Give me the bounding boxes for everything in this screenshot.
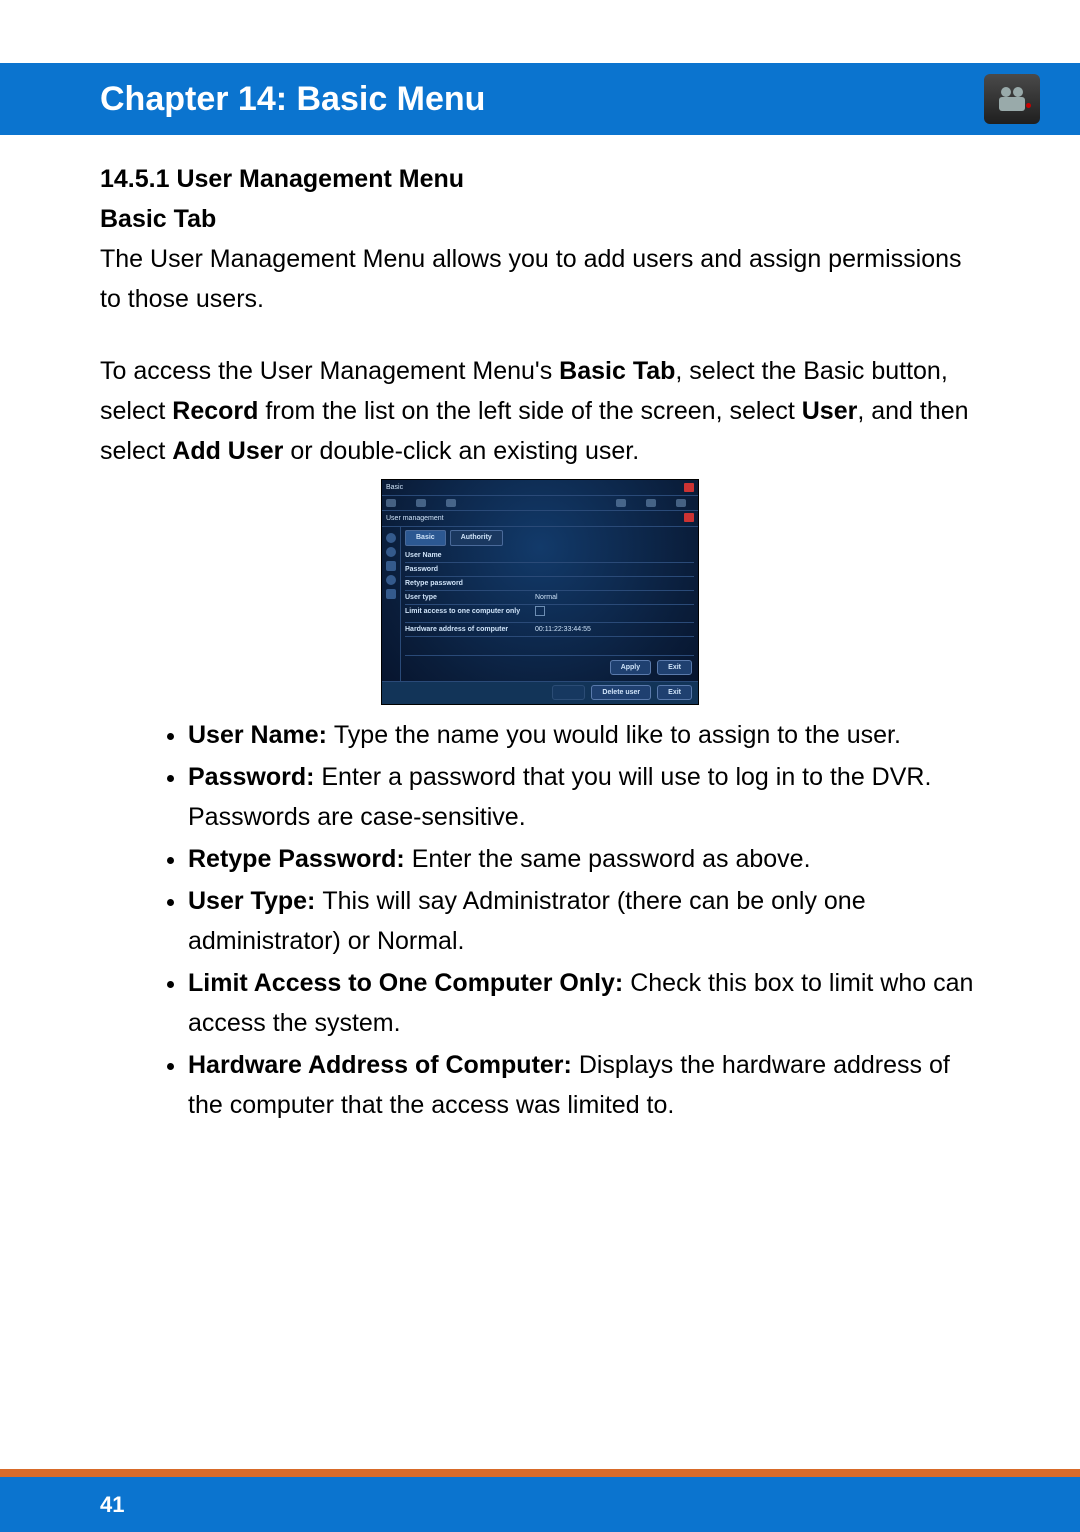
list-item: Retype Password: Enter the same password…: [188, 839, 980, 879]
access-text-3: from the list on the left side of the sc…: [258, 397, 801, 425]
access-bold-add-user: Add User: [172, 437, 283, 465]
fig-main-panel: Basic Authority User Name Password Retyp…: [401, 527, 698, 681]
top-margin: [0, 0, 1080, 63]
bullet-password-label: Password:: [188, 763, 321, 791]
bullet-retype-text: Enter the same password as above.: [412, 845, 811, 873]
fig-delete-user-button: Delete user: [591, 685, 651, 700]
list-item: Password: Enter a password that you will…: [188, 757, 980, 837]
fig-usertype-label: User type: [405, 592, 535, 603]
page-footer: 41: [0, 1477, 1080, 1532]
close-icon: [684, 483, 694, 492]
user-management-screenshot: Basic User management: [381, 479, 699, 705]
chapter-title: Chapter 14: Basic Menu: [100, 80, 485, 119]
figure-container: Basic User management: [100, 479, 980, 705]
access-text-5: or double-click an existing user.: [283, 437, 639, 465]
fig-panel-titlebar: User management: [382, 511, 698, 527]
monitor-icon: [386, 561, 396, 571]
fig-limit-label: Limit access to one computer only: [405, 606, 535, 620]
fig-apply-button: Apply: [610, 660, 651, 675]
fig-usertype-value: Normal: [535, 592, 694, 603]
fig-panel-title: User management: [386, 513, 444, 524]
page-content: 14.5.1 User Management Menu Basic Tab Th…: [0, 135, 1080, 1125]
disc-icon: [386, 575, 396, 585]
fig-toolbar: [382, 496, 698, 511]
fig-outer-exit-button: Exit: [657, 685, 692, 700]
access-bold-user: User: [802, 397, 858, 425]
camera-icon: [984, 74, 1040, 124]
fig-footer-buttons: Delete user Exit: [382, 681, 698, 704]
bullet-usertype-label: User Type:: [188, 887, 322, 915]
fig-body: Basic Authority User Name Password Retyp…: [382, 527, 698, 681]
intro-paragraph: The User Management Menu allows you to a…: [100, 239, 980, 319]
footer-accent-bar: [0, 1469, 1080, 1477]
access-text-1: To access the User Management Menu's: [100, 357, 559, 385]
fig-password-label: Password: [405, 564, 535, 575]
gear-icon: [386, 533, 396, 543]
access-bold-record: Record: [172, 397, 258, 425]
bullet-username-label: User Name:: [188, 721, 334, 749]
fig-hw-label: Hardware address of computer: [405, 624, 535, 635]
list-item: Limit Access to One Computer Only: Check…: [188, 963, 980, 1043]
fig-sidebar: [382, 527, 401, 681]
bullet-hw-label: Hardware Address of Computer:: [188, 1051, 579, 1079]
section-number-title: 14.5.1 User Management Menu: [100, 159, 980, 199]
box-icon: [386, 589, 396, 599]
fig-window-title: Basic: [386, 482, 403, 493]
bullet-username-text: Type the name you would like to assign t…: [334, 721, 901, 749]
document-page: Chapter 14: Basic Menu 14.5.1 User Manag…: [0, 0, 1080, 1532]
fig-exit-button: Exit: [657, 660, 692, 675]
fig-tab-basic: Basic: [405, 530, 446, 545]
fig-window-titlebar: Basic: [382, 480, 698, 496]
info-icon: [386, 547, 396, 557]
chapter-header: Chapter 14: Basic Menu: [0, 63, 1080, 135]
page-number: 41: [100, 1492, 124, 1518]
list-item: User Name: Type the name you would like …: [188, 715, 980, 755]
fig-hw-value: 00:11:22:33:44:55: [535, 624, 694, 635]
checkbox-icon: [535, 606, 545, 616]
bullet-retype-label: Retype Password:: [188, 845, 412, 873]
bullet-list: User Name: Type the name you would like …: [100, 715, 980, 1125]
section-subtitle: Basic Tab: [100, 199, 980, 239]
close-icon: [684, 513, 694, 522]
fig-retype-label: Retype password: [405, 578, 535, 589]
access-paragraph: To access the User Management Menu's Bas…: [100, 351, 980, 471]
fig-tab-authority: Authority: [450, 530, 503, 545]
fig-disabled-button: [552, 685, 586, 700]
fig-username-label: User Name: [405, 550, 535, 561]
bullet-limit-label: Limit Access to One Computer Only:: [188, 969, 630, 997]
camera-glyph: [999, 87, 1025, 111]
list-item: Hardware Address of Computer: Displays t…: [188, 1045, 980, 1125]
access-bold-basic-tab: Basic Tab: [559, 357, 675, 385]
list-item: User Type: This will say Administrator (…: [188, 881, 980, 961]
